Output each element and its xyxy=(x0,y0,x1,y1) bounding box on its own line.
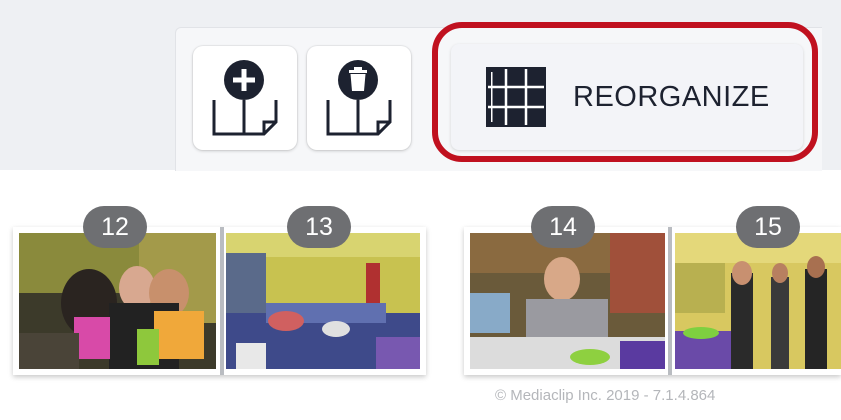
page-spread-14-15[interactable] xyxy=(464,227,841,375)
spread-spine xyxy=(220,227,224,375)
delete-page-button[interactable] xyxy=(307,46,411,150)
photo-thumbnail xyxy=(19,233,216,369)
copyright-text: © Mediaclip Inc. 2019 - 7.1.4.864 xyxy=(495,387,716,404)
reorganize-button[interactable]: REORGANIZE xyxy=(451,44,803,150)
reorganize-label: REORGANIZE xyxy=(573,80,770,113)
photo-thumbnail xyxy=(470,233,666,369)
page-number-badge: 15 xyxy=(736,206,800,248)
photo-thumbnail xyxy=(226,233,420,369)
delete-page-icon xyxy=(326,60,392,136)
page-spread-12-13[interactable] xyxy=(13,227,426,375)
spread-spine xyxy=(668,227,672,375)
page-thumbnail-15[interactable] xyxy=(675,233,841,369)
page-thumbnail-13[interactable] xyxy=(226,233,420,369)
page-number-badge: 14 xyxy=(531,206,595,248)
photo-thumbnail xyxy=(675,233,841,369)
add-page-icon xyxy=(212,60,278,136)
add-page-button[interactable] xyxy=(193,46,297,150)
page-thumbnail-14[interactable] xyxy=(470,233,666,369)
grid-icon xyxy=(486,67,546,127)
page-thumbnail-12[interactable] xyxy=(19,233,216,369)
page-number-badge: 13 xyxy=(287,206,351,248)
page-number-badge: 12 xyxy=(83,206,147,248)
